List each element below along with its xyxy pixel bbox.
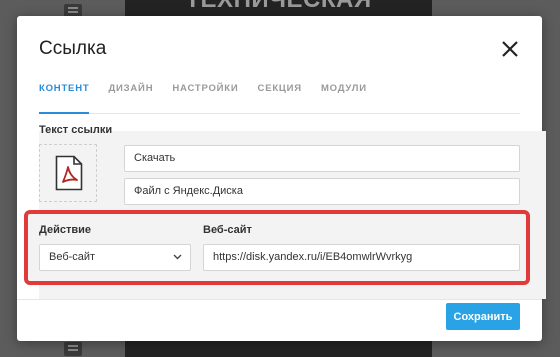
tab-design[interactable]: ДИЗАЙН (108, 83, 162, 113)
chevron-down-icon (173, 254, 182, 260)
drag-handle-bottom[interactable] (64, 342, 82, 356)
file-thumbnail[interactable] (39, 144, 97, 202)
link-modal: Ссылка КОНТЕНТ ДИЗАЙН НАСТРОЙКИ СЕКЦИЯ М… (17, 16, 546, 341)
tab-section[interactable]: СЕКЦИЯ (258, 83, 311, 113)
close-icon[interactable] (500, 39, 520, 59)
save-button[interactable]: Сохранить (446, 303, 520, 330)
tab-content[interactable]: КОНТЕНТ (39, 83, 98, 114)
footer-divider (17, 299, 542, 300)
link-title-field[interactable]: Скачать (124, 145, 520, 172)
link-subtitle-field[interactable]: Файл с Яндекс.Диска (124, 178, 520, 205)
tab-modules[interactable]: МОДУЛИ (321, 83, 376, 113)
website-label: Веб-сайт (203, 224, 252, 236)
action-select-value: Веб-сайт (49, 251, 96, 263)
link-text-label: Текст ссылки (39, 124, 113, 136)
tab-bar: КОНТЕНТ ДИЗАЙН НАСТРОЙКИ СЕКЦИЯ МОДУЛИ (39, 83, 520, 114)
action-label: Действие (39, 224, 91, 236)
website-url-field[interactable]: https://disk.yandex.ru/i/EB4omwlrWvrkyg (203, 244, 520, 271)
pdf-file-icon (55, 155, 83, 191)
modal-title: Ссылка (39, 38, 107, 59)
editor-heading: ТЕХНИЧЕСКАЯ (125, 0, 432, 14)
action-select[interactable]: Веб-сайт (39, 244, 191, 271)
tab-settings[interactable]: НАСТРОЙКИ (172, 83, 247, 113)
